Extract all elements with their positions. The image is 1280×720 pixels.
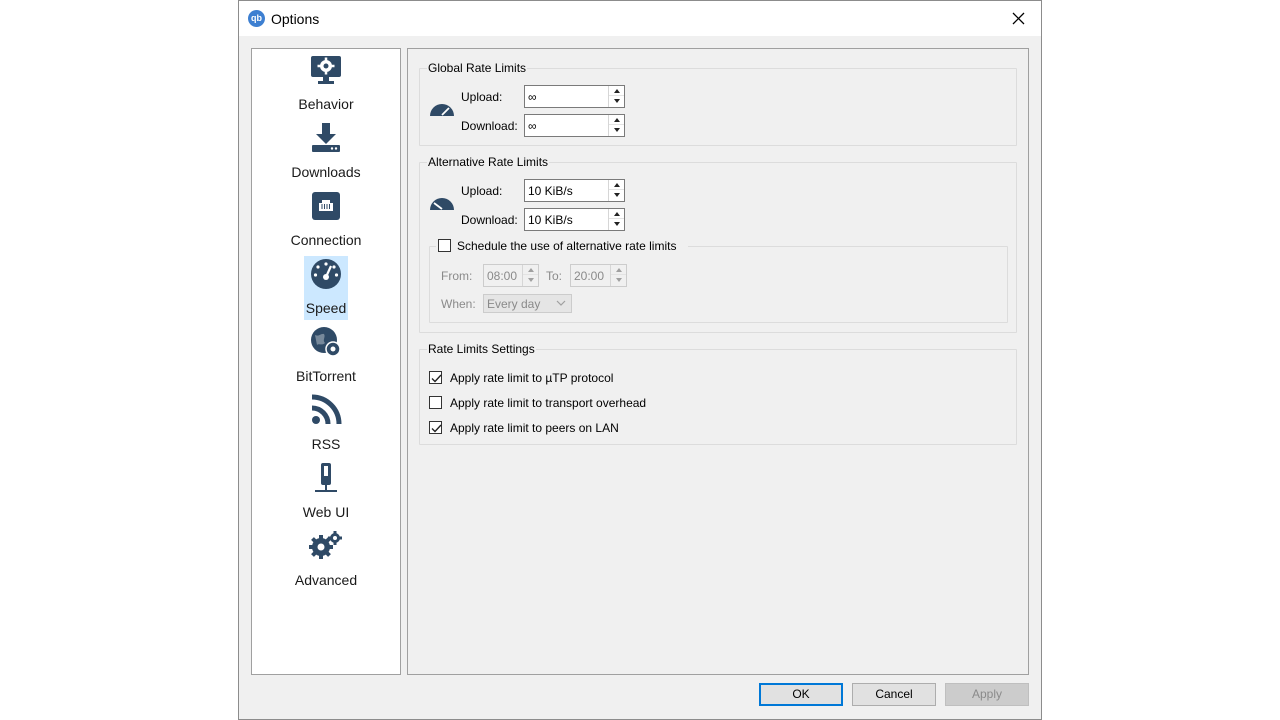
- upload-label: Upload:: [461, 184, 503, 198]
- options-dialog: qb Options Behavior Downloads Connection…: [238, 0, 1042, 720]
- overhead-checkbox[interactable]: [429, 396, 442, 409]
- close-icon: [1012, 12, 1025, 25]
- spin-arrows: [610, 265, 626, 286]
- sidebar-item-webui[interactable]: Web UI: [252, 457, 400, 525]
- ok-button[interactable]: OK: [759, 683, 843, 706]
- dropdown-value: Every day: [487, 297, 541, 311]
- overhead-option-row[interactable]: Apply rate limit to transport overhead: [429, 395, 669, 411]
- globe-gear-icon: [311, 327, 341, 357]
- spinbox-value: 10 KiB/s: [528, 184, 573, 198]
- sidebar-item-bittorrent[interactable]: BitTorrent: [252, 321, 400, 389]
- schedule-group: Schedule the use of alternative rate lim…: [429, 238, 1008, 323]
- spin-up-button[interactable]: [609, 86, 624, 96]
- checkmark-icon: [431, 424, 442, 433]
- download-label: Download:: [461, 213, 518, 227]
- rate-limits-settings-group: Rate Limits Settings Apply rate limit to…: [419, 342, 1017, 445]
- spinbox-value: ∞: [528, 90, 537, 104]
- sidebar-item-label: RSS: [311, 436, 341, 452]
- spin-arrows: [608, 180, 624, 201]
- app-icon: qb: [248, 10, 265, 27]
- alt-download-spinbox[interactable]: 10 KiB/s: [524, 208, 625, 231]
- upload-label: Upload:: [461, 90, 503, 104]
- plug-icon: [315, 463, 337, 492]
- schedule-label: Schedule the use of alternative rate lim…: [457, 239, 677, 253]
- from-label: From:: [441, 269, 473, 283]
- when-label: When:: [441, 297, 476, 311]
- alternative-rate-limits-group: Alternative Rate Limits Upload: 10 KiB/s…: [419, 155, 1017, 333]
- utp-option-row[interactable]: Apply rate limit to µTP protocol: [429, 370, 659, 386]
- close-button[interactable]: [995, 1, 1041, 36]
- speedometer-fast-icon: [430, 104, 454, 116]
- spin-down-button[interactable]: [611, 275, 626, 285]
- spinbox-value: 10 KiB/s: [528, 213, 573, 227]
- spin-up-button[interactable]: [523, 265, 538, 275]
- spin-arrows: [608, 209, 624, 230]
- spin-up-button[interactable]: [609, 180, 624, 190]
- spin-up-button[interactable]: [609, 209, 624, 219]
- speed-settings-panel: Global Rate Limits Upload: ∞ Download: ∞: [407, 48, 1029, 675]
- spinbox-value: 08:00: [487, 269, 518, 283]
- speedometer-icon: [311, 259, 341, 289]
- spin-arrows: [522, 265, 538, 286]
- lan-checkbox[interactable]: [429, 421, 442, 434]
- utp-checkbox[interactable]: [429, 371, 442, 384]
- spin-up-button[interactable]: [611, 265, 626, 275]
- spin-up-button[interactable]: [609, 115, 624, 125]
- sidebar-item-behavior[interactable]: Behavior: [252, 49, 400, 117]
- when-dropdown[interactable]: Every day: [483, 294, 572, 313]
- sidebar-item-label: Speed: [305, 300, 347, 316]
- global-upload-spinbox[interactable]: ∞: [524, 85, 625, 108]
- sidebar-item-downloads[interactable]: Downloads: [252, 117, 400, 185]
- speedometer-slow-icon: [430, 198, 454, 210]
- spin-down-button[interactable]: [609, 219, 624, 229]
- spin-down-button[interactable]: [609, 125, 624, 135]
- options-sidebar: Behavior Downloads Connection Speed BitT…: [251, 48, 401, 675]
- sidebar-item-rss[interactable]: RSS: [252, 389, 400, 457]
- utp-option-label: Apply rate limit to µTP protocol: [450, 371, 614, 385]
- global-rate-limits-group: Global Rate Limits Upload: ∞ Download: ∞: [419, 61, 1017, 146]
- monitor-gear-icon: [311, 56, 341, 84]
- apply-button[interactable]: Apply: [945, 683, 1029, 706]
- spin-down-button[interactable]: [609, 96, 624, 106]
- overhead-option-label: Apply rate limit to transport overhead: [450, 396, 647, 410]
- from-time-spinbox[interactable]: 08:00: [483, 264, 539, 287]
- lan-option-label: Apply rate limit to peers on LAN: [450, 421, 619, 435]
- title-bar: qb Options: [239, 1, 1041, 36]
- sidebar-item-label: Web UI: [302, 504, 350, 520]
- sidebar-item-connection[interactable]: Connection: [252, 185, 400, 253]
- group-title: Rate Limits Settings: [427, 342, 536, 356]
- checkmark-icon: [431, 374, 442, 383]
- sidebar-item-advanced[interactable]: Advanced: [252, 525, 400, 593]
- group-title: Global Rate Limits: [427, 61, 528, 75]
- download-label: Download:: [461, 119, 518, 133]
- sidebar-item-label: Advanced: [294, 572, 358, 588]
- alt-upload-spinbox[interactable]: 10 KiB/s: [524, 179, 625, 202]
- group-title: Alternative Rate Limits: [427, 155, 550, 169]
- sidebar-item-label: Behavior: [298, 96, 354, 112]
- global-download-spinbox[interactable]: ∞: [524, 114, 625, 137]
- chevron-down-icon: [556, 300, 566, 306]
- ethernet-port-icon: [312, 192, 340, 220]
- sidebar-item-speed[interactable]: Speed: [252, 253, 400, 321]
- spin-arrows: [608, 115, 624, 136]
- schedule-checkbox[interactable]: [438, 239, 451, 252]
- cancel-button[interactable]: Cancel: [852, 683, 936, 706]
- sidebar-item-label: BitTorrent: [296, 368, 356, 384]
- spin-down-button[interactable]: [609, 190, 624, 200]
- schedule-checkbox-row[interactable]: Schedule the use of alternative rate lim…: [436, 238, 688, 254]
- spin-arrows: [608, 86, 624, 107]
- lan-option-row[interactable]: Apply rate limit to peers on LAN: [429, 420, 659, 436]
- gears-icon: [309, 531, 342, 559]
- to-time-spinbox[interactable]: 20:00: [570, 264, 627, 287]
- to-label: To:: [546, 269, 563, 283]
- download-tray-icon: [312, 123, 340, 152]
- spin-down-button[interactable]: [523, 275, 538, 285]
- spinbox-value: ∞: [528, 119, 537, 133]
- rss-icon: [311, 394, 342, 425]
- window-title: Options: [271, 11, 320, 27]
- sidebar-item-label: Connection: [290, 232, 362, 248]
- sidebar-item-label: Downloads: [291, 164, 361, 180]
- spinbox-value: 20:00: [574, 269, 605, 283]
